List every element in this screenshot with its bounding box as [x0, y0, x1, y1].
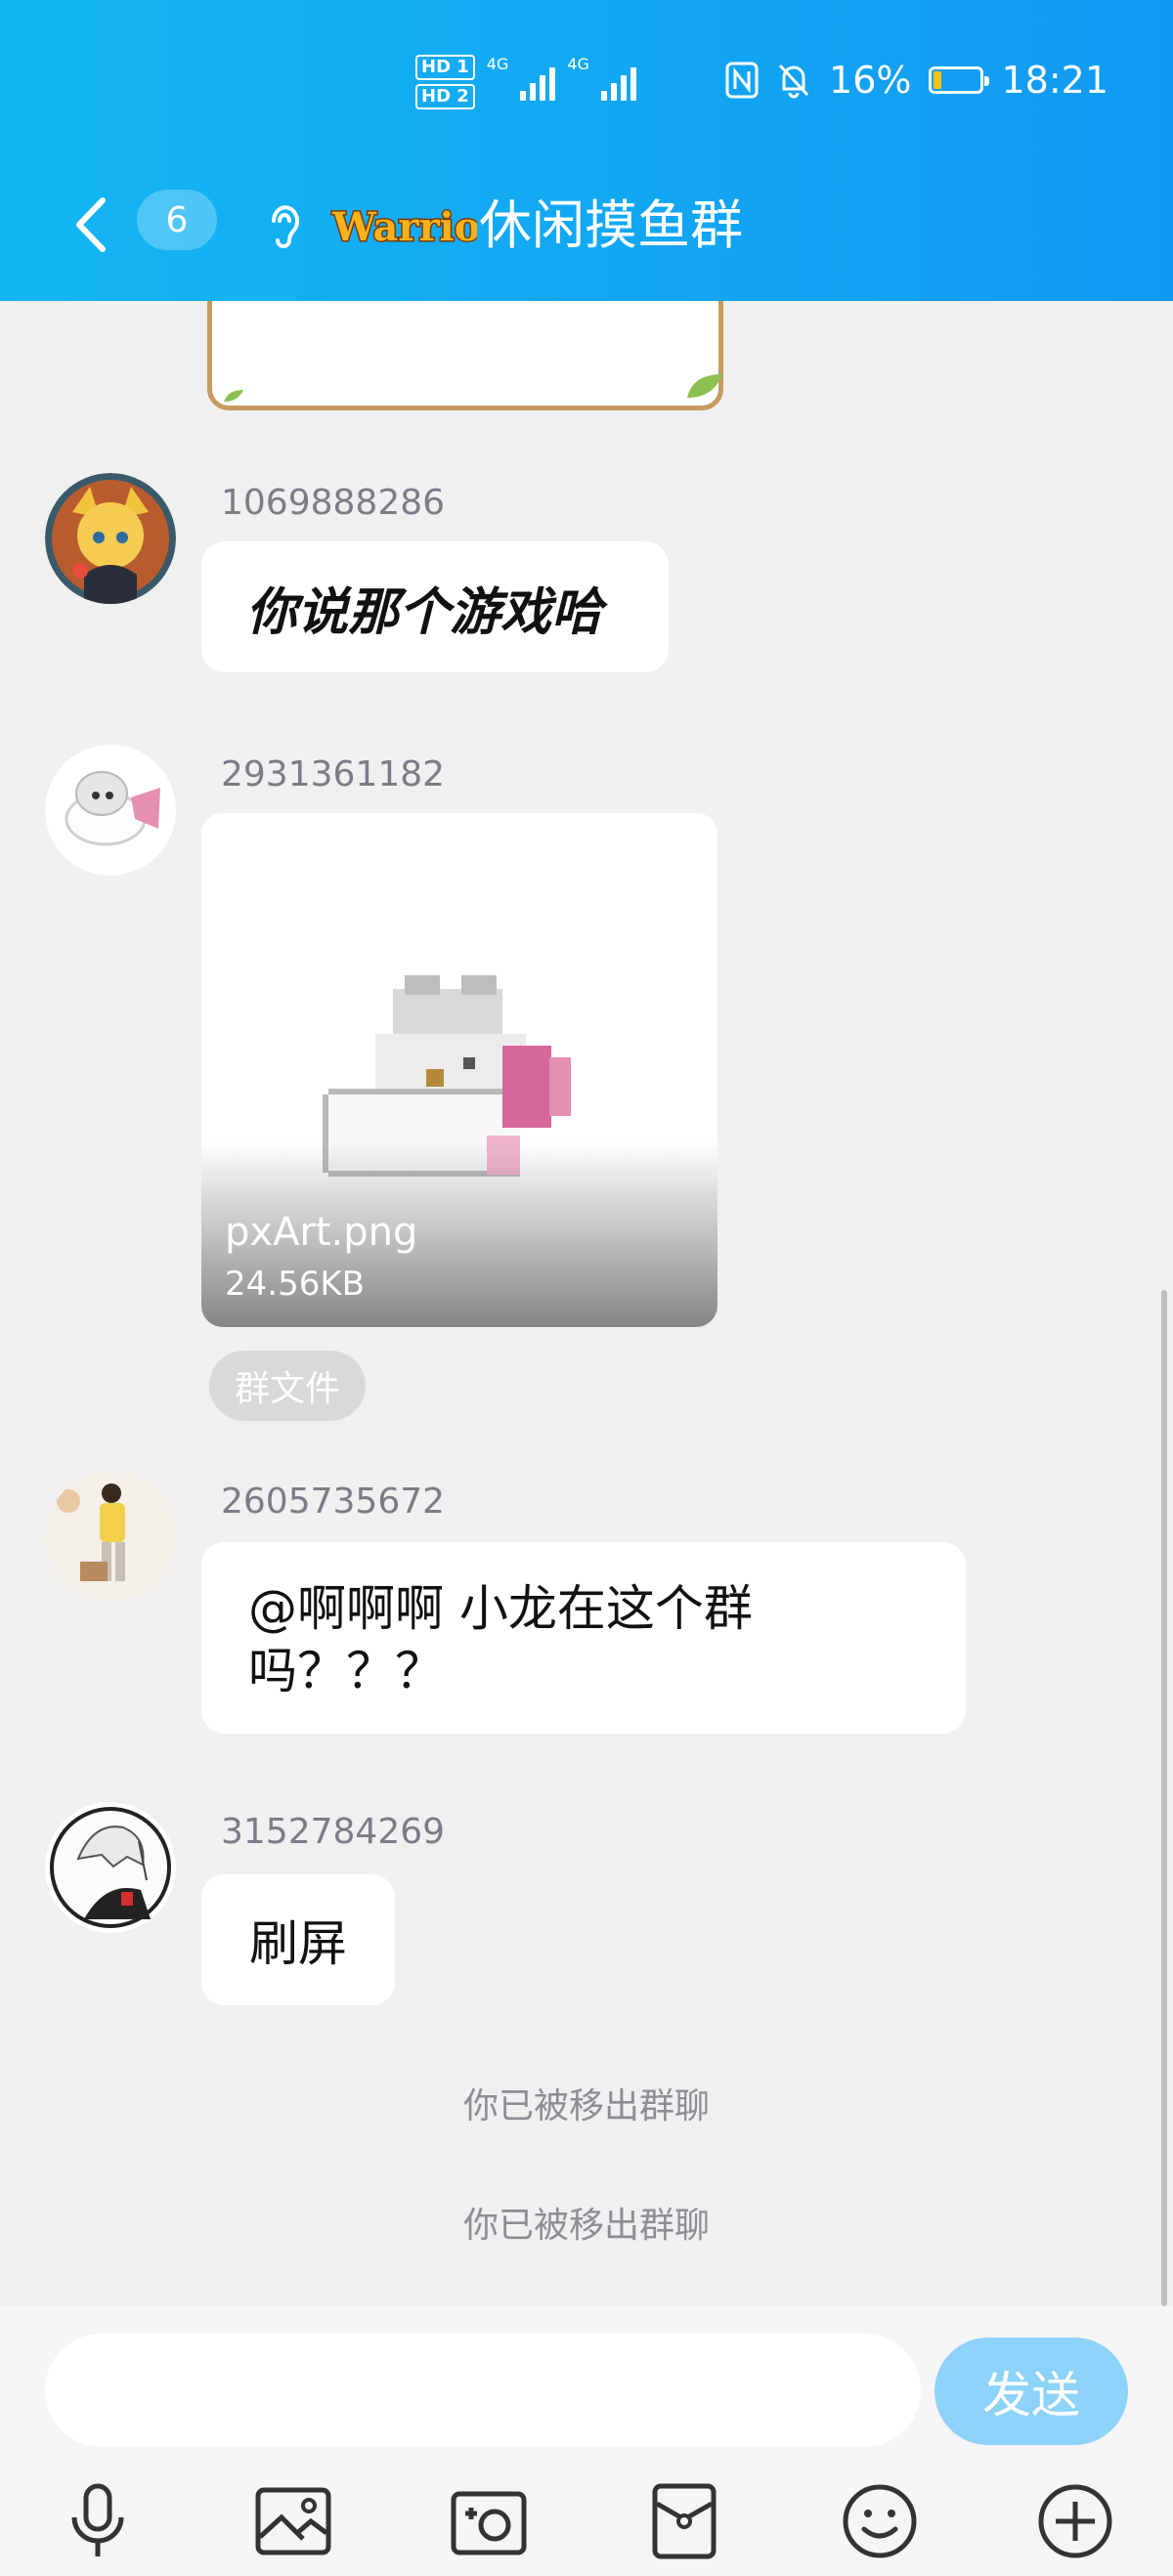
mute-icon — [778, 64, 809, 99]
message-bubble[interactable]: @啊啊啊 小龙在这个群 吗？？？ — [201, 1542, 966, 1734]
chat-area[interactable]: 1069888286 你说那个游戏哈 2931361182 pxArt.png … — [0, 301, 1173, 2306]
red-packet-icon — [652, 2483, 717, 2559]
red-packet-button[interactable] — [635, 2472, 733, 2570]
file-size: 24.56KB — [225, 1265, 365, 1304]
net1-label: 4G — [486, 55, 509, 73]
leaf-icon — [687, 374, 722, 398]
hd2-badge: HD 2 — [415, 84, 475, 109]
hd1-badge: HD 1 — [415, 55, 475, 80]
sender-id: 2931361182 — [221, 754, 446, 794]
message-text: 刷屏 — [249, 1915, 347, 1972]
svg-text:Warrior: Warrior — [331, 204, 477, 250]
net2-label: 4G — [567, 55, 589, 73]
earpiece-mode-button[interactable] — [262, 199, 307, 250]
avatar[interactable] — [45, 473, 176, 604]
scrollbar[interactable] — [1161, 1290, 1167, 2306]
status-bar-right: 16% 18:21 — [725, 59, 1108, 102]
emoji-button[interactable] — [831, 2472, 929, 2570]
composer: 发送 — [0, 2306, 1173, 2576]
camera-button[interactable] — [440, 2472, 538, 2570]
plus-icon — [1038, 2484, 1112, 2558]
signal-icon-2 — [600, 64, 636, 101]
unread-count-badge[interactable]: 6 — [137, 190, 217, 250]
back-button[interactable] — [66, 195, 115, 254]
message-input[interactable] — [45, 2334, 921, 2447]
image-icon — [255, 2487, 331, 2555]
voice-button[interactable] — [49, 2472, 147, 2570]
battery-percent: 16% — [829, 59, 912, 102]
title-bar: 6 Warrior 休闲摸鱼群 — [0, 176, 1173, 274]
mic-icon — [71, 2483, 124, 2556]
message-text: 你说那个游戏哈 — [246, 582, 603, 642]
signal-icon — [520, 64, 556, 101]
sender-id: 2605735672 — [221, 1481, 446, 1522]
message-bubble[interactable]: 刷屏 — [201, 1874, 395, 2005]
message-bubble[interactable]: 你说那个游戏哈 — [201, 541, 669, 672]
clock: 18:21 — [1001, 59, 1108, 102]
status-bar-left: HD 1 HD 2 4G 4G — [415, 55, 636, 109]
message-text-line-2: 吗？？？ — [248, 1643, 444, 1699]
send-button[interactable]: 发送 — [934, 2338, 1128, 2445]
avatar[interactable] — [45, 1472, 176, 1603]
leaf-icon — [224, 390, 243, 402]
warrior-logo: Warrior — [330, 192, 477, 258]
ear-icon — [272, 205, 299, 248]
camera-icon — [451, 2491, 527, 2555]
emoji-icon — [843, 2484, 917, 2558]
file-card[interactable]: pxArt.png 24.56KB — [201, 813, 717, 1327]
battery-icon — [929, 66, 990, 94]
input-toolbar — [0, 2472, 1173, 2570]
system-notice: 你已被移出群聊 — [462, 2086, 710, 2126]
image-button[interactable] — [244, 2472, 342, 2570]
more-button[interactable] — [1026, 2472, 1124, 2570]
nfc-icon — [725, 62, 759, 99]
avatar[interactable] — [45, 745, 176, 876]
group-title: 休闲摸鱼群 — [479, 194, 743, 256]
back-icon — [76, 197, 106, 252]
hd-indicators: HD 1 HD 2 — [415, 55, 475, 109]
message-text-line-1: @啊啊啊 小龙在这个群 — [248, 1580, 753, 1637]
group-file-tag[interactable]: 群文件 — [209, 1351, 367, 1421]
header: HD 1 HD 2 4G 4G 16% 18:21 6 Warrio 休闲摸鱼群 — [0, 0, 1173, 301]
file-name: pxArt.png — [225, 1210, 418, 1255]
previous-message-card[interactable] — [207, 301, 723, 410]
sender-id: 1069888286 — [221, 483, 446, 523]
avatar[interactable] — [45, 1802, 176, 1933]
system-notice: 你已被移出群聊 — [462, 2206, 710, 2246]
sender-id: 3152784269 — [221, 1812, 446, 1852]
